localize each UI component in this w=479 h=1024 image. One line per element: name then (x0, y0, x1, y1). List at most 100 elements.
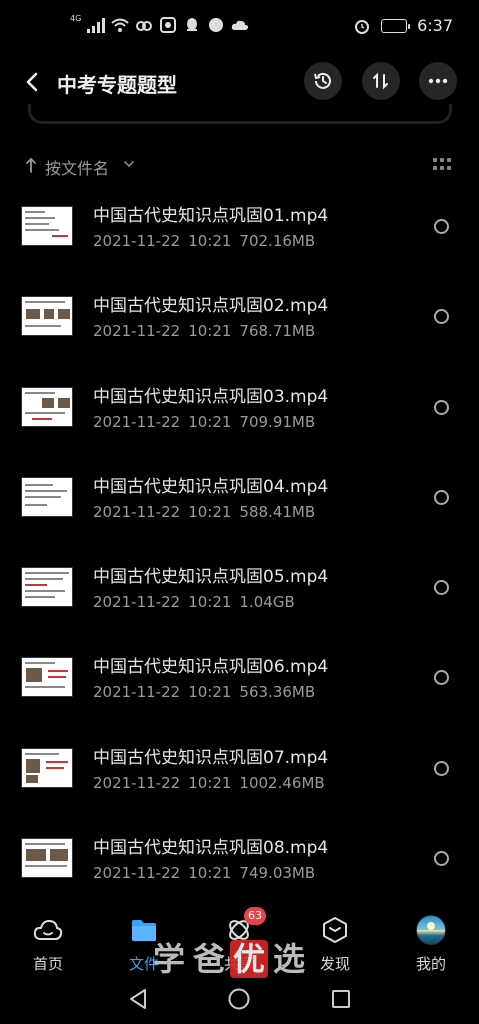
file-size: 702.16MB (239, 232, 316, 250)
page-title: 中考专题题型 (57, 73, 177, 97)
video-thumbnail (21, 747, 73, 788)
video-thumbnail (21, 386, 73, 427)
file-time: 10:21 (188, 683, 232, 702)
file-row[interactable]: 中国古代史知识点巩固08.mp4 2021-11-22 10:21 749.03MB (0, 817, 479, 907)
status-left: 4G (70, 14, 249, 34)
more-icon (428, 78, 448, 84)
nav-mine[interactable]: 我的 (396, 905, 466, 975)
cloud-icon (231, 16, 249, 34)
arrow-up-icon[interactable] (24, 156, 38, 174)
back-arrow-icon (26, 72, 38, 92)
watermark-char: 爸 (192, 940, 225, 978)
battery-icon (381, 18, 411, 33)
file-date: 2021-11-22 (93, 864, 181, 883)
sort-row: 按文件名 (0, 152, 479, 182)
watermark-char: 优 (230, 940, 268, 978)
file-row[interactable]: 中国古代史知识点巩固05.mp4 2021-11-22 10:21 1.04GB (0, 546, 479, 636)
file-time: 10:21 (188, 412, 232, 431)
select-radio[interactable] (434, 489, 449, 505)
sort-button[interactable] (362, 62, 400, 100)
select-radio[interactable] (434, 309, 449, 325)
file-meta: 2021-11-22 10:21 709.91MB (93, 413, 323, 431)
history-button[interactable] (304, 62, 342, 100)
wifi-icon (111, 16, 129, 34)
file-date: 2021-11-22 (93, 412, 181, 431)
sort-label[interactable]: 按文件名 (45, 155, 109, 179)
file-name: 中国古代史知识点巩固07.mp4 (93, 747, 329, 768)
file-meta: 2021-11-22 10:21 702.16MB (93, 232, 323, 250)
file-name: 中国古代史知识点巩固02.mp4 (93, 296, 329, 317)
file-meta: 2021-11-22 10:21 749.03MB (93, 864, 323, 882)
file-size: 1.04GB (239, 593, 295, 612)
video-thumbnail (21, 838, 73, 879)
file-size: 709.91MB (239, 412, 316, 431)
file-meta: 2021-11-22 10:21 768.71MB (93, 322, 323, 340)
screen: 4G 6:37 中考专题题型 按文件名 中国古代史知识点巩固01.mp4 202… (0, 0, 479, 1024)
select-radio[interactable] (434, 851, 449, 867)
nav-discover[interactable]: 发现 (300, 905, 370, 975)
nav-label: 首页 (32, 955, 63, 973)
back-button[interactable] (14, 64, 50, 100)
file-row[interactable]: 中国古代史知识点巩固04.mp4 2021-11-22 10:21 588.41MB (0, 456, 479, 546)
status-bar: 4G 6:37 (0, 0, 479, 56)
file-size: 563.36MB (239, 683, 316, 702)
nav-label: 我的 (415, 955, 446, 973)
file-row[interactable]: 中国古代史知识点巩固06.mp4 2021-11-22 10:21 563.36MB (0, 636, 479, 726)
triangle-back-icon (130, 989, 146, 1009)
system-back-button[interactable] (126, 987, 150, 1011)
nav-home[interactable]: 首页 (13, 905, 83, 975)
select-radio[interactable] (434, 219, 449, 234)
nav-label: 发现 (319, 955, 350, 973)
file-time: 10:21 (188, 232, 232, 250)
system-nav-bar (0, 975, 479, 1024)
history-icon (314, 72, 331, 89)
circle-home-icon (228, 988, 250, 1010)
file-size: 768.71MB (239, 322, 316, 341)
file-size: 588.41MB (239, 502, 316, 521)
file-row[interactable]: 中国古代史知识点巩固03.mp4 2021-11-22 10:21 709.91MB (0, 366, 479, 456)
file-name: 中国古代史知识点巩固06.mp4 (93, 657, 329, 678)
chevron-down-icon[interactable] (123, 160, 135, 168)
status-right: 6:37 (353, 16, 453, 35)
grid-view-icon[interactable] (433, 158, 451, 172)
file-row[interactable]: 中国古代史知识点巩固01.mp4 2021-11-22 10:21 702.16MB (0, 185, 479, 275)
more-button[interactable] (419, 62, 457, 100)
file-name: 中国古代史知识点巩固05.mp4 (93, 567, 329, 588)
video-thumbnail (21, 296, 73, 337)
file-name: 中国古代史知识点巩固01.mp4 (93, 206, 329, 226)
avatar (415, 914, 447, 946)
select-radio[interactable] (434, 580, 449, 596)
sort-icon (373, 72, 388, 90)
share-badge: 63 (244, 907, 266, 925)
discover-icon (319, 914, 351, 946)
select-radio[interactable] (434, 760, 449, 776)
select-radio[interactable] (434, 399, 449, 415)
video-thumbnail (21, 657, 73, 698)
network-type: 4G (70, 14, 82, 23)
file-row[interactable]: 中国古代史知识点巩固02.mp4 2021-11-22 10:21 768.71MB (0, 275, 479, 365)
file-name: 中国古代史知识点巩固08.mp4 (93, 838, 329, 859)
watermark-logo: 学 爸 优 选 (150, 940, 308, 978)
watermark-char: 学 (152, 940, 185, 978)
file-size: 1002.46MB (239, 773, 325, 792)
system-recents-button[interactable] (329, 987, 353, 1011)
video-thumbnail (21, 567, 73, 608)
file-meta: 2021-11-22 10:21 1.04GB (93, 593, 303, 611)
video-thumbnail (21, 476, 73, 517)
file-date: 2021-11-22 (93, 322, 181, 341)
select-radio[interactable] (434, 670, 449, 686)
square-recents-icon (332, 990, 350, 1008)
file-list: 中国古代史知识点巩固01.mp4 2021-11-22 10:21 702.16MB… (0, 185, 479, 907)
search-bar-edge (28, 104, 452, 124)
system-home-button[interactable] (227, 987, 251, 1011)
watermark-char: 选 (272, 940, 305, 978)
file-time: 10:21 (188, 502, 232, 521)
clock: 6:37 (417, 16, 453, 35)
compass-icon (207, 16, 225, 34)
file-row[interactable]: 中国古代史知识点巩固07.mp4 2021-11-22 10:21 1002.46M… (0, 727, 479, 817)
file-date: 2021-11-22 (93, 502, 181, 521)
file-meta: 2021-11-22 10:21 588.41MB (93, 503, 323, 521)
cloud-home-icon (32, 914, 64, 946)
file-time: 10:21 (188, 593, 232, 612)
file-time: 10:21 (188, 864, 232, 883)
